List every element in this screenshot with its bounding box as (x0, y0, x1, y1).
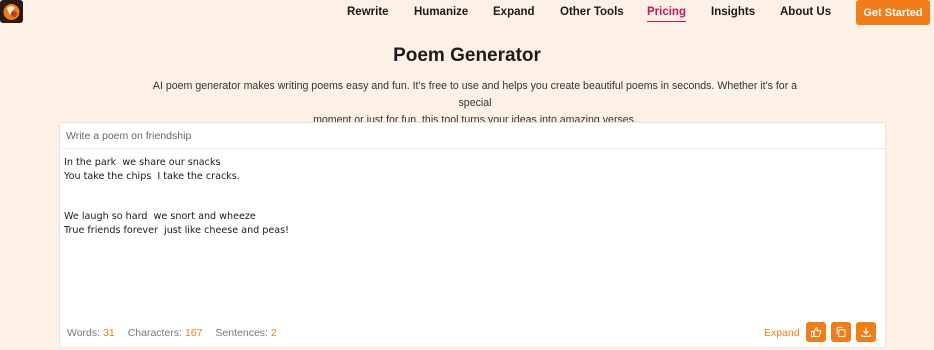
poem-prompt-input[interactable] (60, 123, 885, 149)
thumbs-up-icon (811, 326, 822, 338)
download-icon (861, 327, 871, 337)
copy-icon (836, 326, 846, 338)
poem-editor-card: In the park we share our snacks You take… (59, 122, 886, 348)
nav-other-tools[interactable]: Other Tools (560, 6, 624, 18)
brand-logo[interactable] (0, 0, 23, 23)
expand-link[interactable]: Expand (764, 327, 800, 339)
nav-insights[interactable]: Insights (711, 6, 755, 18)
sentences-count: 2 (270, 327, 277, 339)
download-button[interactable] (856, 322, 876, 342)
characters-stat: Characters: 167 (128, 327, 203, 339)
logo-icon (3, 4, 20, 20)
text-stats: Words: 31 Characters: 167 Sentences: 2 (67, 327, 287, 339)
words-label: Words: (67, 327, 101, 339)
copy-button[interactable] (831, 322, 851, 342)
words-count: 31 (103, 327, 115, 339)
poem-output[interactable]: In the park we share our snacks You take… (64, 156, 879, 316)
top-nav: Rewrite Humanize Expand Other Tools Pric… (0, 0, 934, 26)
description-line-1: AI poem generator makes writing poems ea… (152, 80, 798, 109)
nav-about-us[interactable]: About Us (780, 6, 831, 18)
characters-count: 167 (184, 327, 203, 339)
nav-expand[interactable]: Expand (493, 6, 535, 18)
nav-pricing[interactable]: Pricing (647, 6, 686, 22)
nav-rewrite[interactable]: Rewrite (347, 6, 389, 18)
characters-label: Characters: (127, 327, 182, 339)
page-title: Poem Generator (393, 45, 541, 66)
nav-humanize[interactable]: Humanize (414, 6, 468, 18)
get-started-button[interactable]: Get Started (856, 0, 930, 25)
sentences-label: Sentences: (215, 327, 268, 339)
words-stat: Words: 31 (67, 327, 115, 339)
like-button[interactable] (806, 322, 826, 342)
sentences-stat: Sentences: 2 (215, 327, 276, 339)
